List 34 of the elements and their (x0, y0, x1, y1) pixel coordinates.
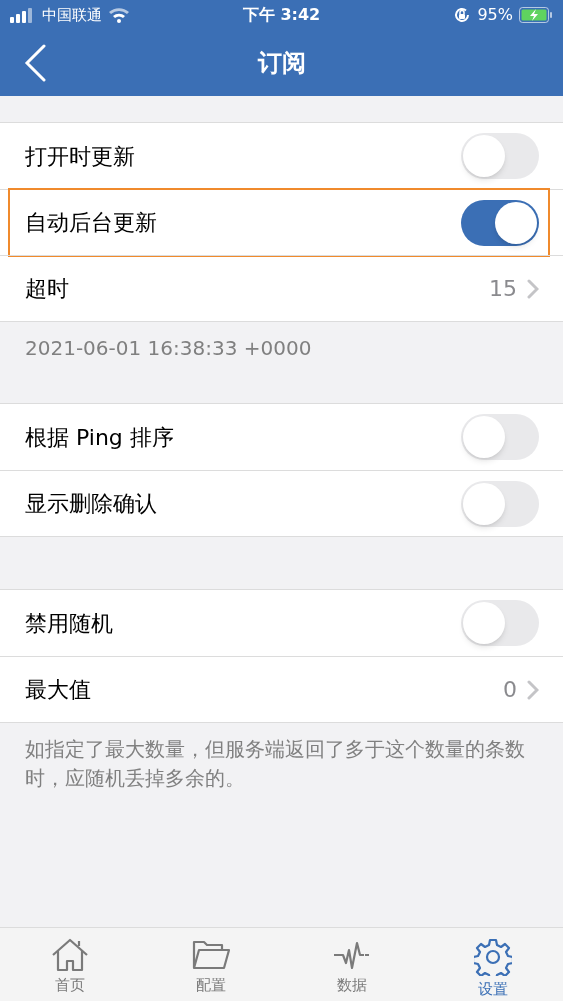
tab-item[interactable]: 首页 (0, 928, 141, 1001)
folder-icon (192, 938, 231, 972)
toggle-switch[interactable] (461, 414, 539, 460)
setting-label: 最大值 (25, 676, 91, 704)
page-title: 订阅 (257, 48, 306, 79)
home-icon (51, 938, 90, 972)
carrier-name: 中国联通 (42, 4, 102, 26)
chevron-right-icon (527, 278, 539, 299)
setting-label: 超时 (25, 275, 69, 303)
chevron-left-icon (24, 44, 46, 82)
setting-label: 显示删除确认 (25, 490, 157, 518)
setting-value: 15 (489, 275, 517, 303)
toggle-switch[interactable] (461, 480, 539, 527)
tab-item[interactable]: 设置 (422, 928, 563, 1001)
battery-percent: 95% (477, 4, 513, 26)
setting-label: 自动后台更新 (25, 209, 157, 237)
clock-time: 下午 3:42 (242, 4, 321, 26)
tab-item[interactable]: 数据 (281, 928, 423, 1001)
section-footer: 2021-06-01 16:38:33 +0000 (0, 322, 563, 383)
toggle-switch[interactable] (461, 199, 539, 246)
battery-charging-icon (519, 7, 553, 23)
settings-icon (473, 938, 512, 976)
toggle-switch[interactable] (461, 600, 539, 646)
section-footer: 如指定了最大数量，但服务端返回了多于这个数量的条数时，应随机丢掉多余的。 (0, 723, 563, 813)
rotation-lock-icon (453, 6, 472, 24)
wifi-icon (108, 7, 130, 23)
tab-item[interactable]: 配置 (140, 928, 282, 1001)
chevron-right-icon (527, 679, 539, 700)
setting-label: 根据 Ping 排序 (25, 423, 174, 452)
setting-value: 0 (503, 676, 517, 704)
back-button[interactable] (22, 43, 48, 83)
setting-label: 禁用随机 (25, 609, 113, 638)
toggle-switch[interactable] (461, 133, 539, 179)
setting-label: 打开时更新 (25, 142, 135, 171)
